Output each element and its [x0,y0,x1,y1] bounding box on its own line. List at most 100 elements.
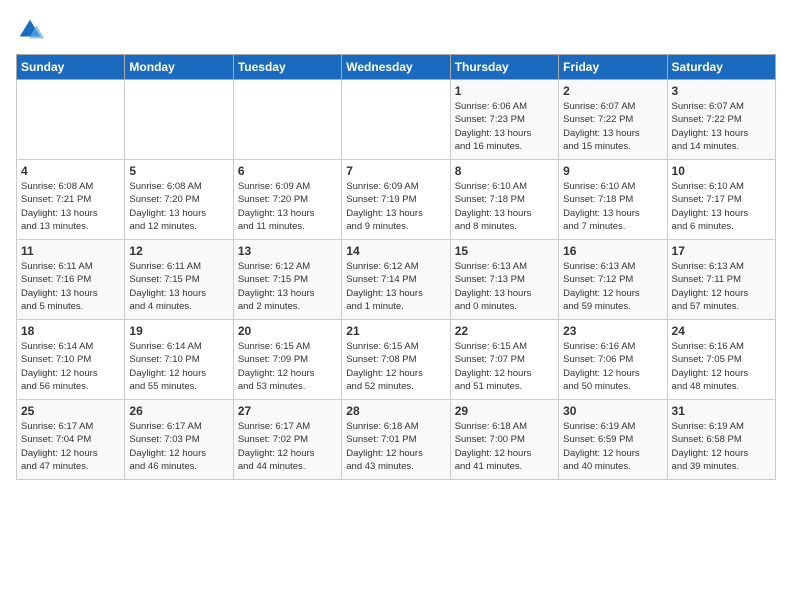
day-number: 13 [238,244,337,258]
week-row-1: 1 Sunrise: 6:06 AM Sunset: 7:23 PM Daylig… [17,80,776,160]
calendar-cell: 12 Sunrise: 6:11 AM Sunset: 7:15 PM Dayli… [125,240,233,320]
calendar-cell: 31 Sunrise: 6:19 AM Sunset: 6:58 PM Dayli… [667,400,775,480]
day-header-friday: Friday [559,55,667,80]
day-detail: Sunrise: 6:12 AM Sunset: 7:15 PM Dayligh… [238,260,337,313]
day-number: 25 [21,404,120,418]
calendar-cell: 24 Sunrise: 6:16 AM Sunset: 7:05 PM Dayli… [667,320,775,400]
day-detail: Sunrise: 6:09 AM Sunset: 7:19 PM Dayligh… [346,180,445,233]
calendar-cell: 30Sunrise: 6:19 AM Sunset: 6:59 PM Dayli… [559,400,667,480]
day-number: 12 [129,244,228,258]
calendar-cell: 14 Sunrise: 6:12 AM Sunset: 7:14 PM Dayli… [342,240,450,320]
calendar-cell: 23 Sunrise: 6:16 AM Sunset: 7:06 PM Dayli… [559,320,667,400]
calendar-cell: 22Sunrise: 6:15 AM Sunset: 7:07 PM Dayli… [450,320,558,400]
day-number: 31 [672,404,771,418]
day-number: 29 [455,404,554,418]
day-number: 1 [455,84,554,98]
week-row-3: 11 Sunrise: 6:11 AM Sunset: 7:16 PM Dayli… [17,240,776,320]
day-number: 28 [346,404,445,418]
calendar-header-row: SundayMondayTuesdayWednesdayThursdayFrid… [17,55,776,80]
day-number: 5 [129,164,228,178]
day-number: 11 [21,244,120,258]
calendar-cell: 11 Sunrise: 6:11 AM Sunset: 7:16 PM Dayli… [17,240,125,320]
day-number: 14 [346,244,445,258]
calendar-cell: 2Sunrise: 6:07 AM Sunset: 7:22 PM Daylig… [559,80,667,160]
day-detail: Sunrise: 6:16 AM Sunset: 7:06 PM Dayligh… [563,340,662,393]
day-detail: Sunrise: 6:11 AM Sunset: 7:15 PM Dayligh… [129,260,228,313]
calendar-cell: 18 Sunrise: 6:14 AM Sunset: 7:10 PM Dayli… [17,320,125,400]
day-number: 30 [563,404,662,418]
calendar-cell: 6 Sunrise: 6:09 AM Sunset: 7:20 PM Daylig… [233,160,341,240]
day-number: 17 [672,244,771,258]
day-detail: Sunrise: 6:14 AM Sunset: 7:10 PM Dayligh… [21,340,120,393]
day-header-saturday: Saturday [667,55,775,80]
calendar-cell: 19 Sunrise: 6:14 AM Sunset: 7:10 PM Dayli… [125,320,233,400]
day-number: 8 [455,164,554,178]
calendar-cell: 27 Sunrise: 6:17 AM Sunset: 7:02 PM Dayli… [233,400,341,480]
day-detail: Sunrise: 6:13 AM Sunset: 7:11 PM Dayligh… [672,260,771,313]
day-detail: Sunrise: 6:17 AM Sunset: 7:02 PM Dayligh… [238,420,337,473]
day-number: 7 [346,164,445,178]
day-number: 23 [563,324,662,338]
day-detail: Sunrise: 6:16 AM Sunset: 7:05 PM Dayligh… [672,340,771,393]
day-number: 20 [238,324,337,338]
calendar-cell [342,80,450,160]
day-detail: Sunrise: 6:07 AM Sunset: 7:22 PM Dayligh… [563,100,662,153]
logo [16,16,48,44]
logo-icon [16,16,44,44]
calendar-cell: 8 Sunrise: 6:10 AM Sunset: 7:18 PM Daylig… [450,160,558,240]
day-detail: Sunrise: 6:10 AM Sunset: 7:18 PM Dayligh… [563,180,662,233]
day-header-thursday: Thursday [450,55,558,80]
day-number: 24 [672,324,771,338]
day-detail: Sunrise: 6:18 AM Sunset: 7:00 PM Dayligh… [455,420,554,473]
day-number: 19 [129,324,228,338]
calendar-cell: 9 Sunrise: 6:10 AM Sunset: 7:18 PM Daylig… [559,160,667,240]
day-detail: Sunrise: 6:10 AM Sunset: 7:18 PM Dayligh… [455,180,554,233]
calendar-table: SundayMondayTuesdayWednesdayThursdayFrid… [16,54,776,480]
calendar-cell: 1 Sunrise: 6:06 AM Sunset: 7:23 PM Daylig… [450,80,558,160]
day-detail: Sunrise: 6:14 AM Sunset: 7:10 PM Dayligh… [129,340,228,393]
calendar-cell: 3 Sunrise: 6:07 AM Sunset: 7:22 PM Daylig… [667,80,775,160]
calendar-cell: 7 Sunrise: 6:09 AM Sunset: 7:19 PM Daylig… [342,160,450,240]
day-detail: Sunrise: 6:13 AM Sunset: 7:12 PM Dayligh… [563,260,662,313]
calendar-cell [17,80,125,160]
calendar-cell: 4 Sunrise: 6:08 AM Sunset: 7:21 PM Daylig… [17,160,125,240]
day-number: 27 [238,404,337,418]
day-detail: Sunrise: 6:07 AM Sunset: 7:22 PM Dayligh… [672,100,771,153]
day-number: 3 [672,84,771,98]
week-row-2: 4 Sunrise: 6:08 AM Sunset: 7:21 PM Daylig… [17,160,776,240]
day-number: 9 [563,164,662,178]
day-detail: Sunrise: 6:13 AM Sunset: 7:13 PM Dayligh… [455,260,554,313]
day-detail: Sunrise: 6:19 AM Sunset: 6:58 PM Dayligh… [672,420,771,473]
calendar-cell: 16Sunrise: 6:13 AM Sunset: 7:12 PM Dayli… [559,240,667,320]
calendar-cell: 28Sunrise: 6:18 AM Sunset: 7:01 PM Dayli… [342,400,450,480]
calendar-cell: 20Sunrise: 6:15 AM Sunset: 7:09 PM Dayli… [233,320,341,400]
day-detail: Sunrise: 6:12 AM Sunset: 7:14 PM Dayligh… [346,260,445,313]
day-detail: Sunrise: 6:08 AM Sunset: 7:21 PM Dayligh… [21,180,120,233]
day-number: 6 [238,164,337,178]
day-detail: Sunrise: 6:06 AM Sunset: 7:23 PM Dayligh… [455,100,554,153]
calendar-cell: 29 Sunrise: 6:18 AM Sunset: 7:00 PM Dayli… [450,400,558,480]
day-detail: Sunrise: 6:15 AM Sunset: 7:08 PM Dayligh… [346,340,445,393]
day-detail: Sunrise: 6:15 AM Sunset: 7:07 PM Dayligh… [455,340,554,393]
calendar-cell: 26Sunrise: 6:17 AM Sunset: 7:03 PM Dayli… [125,400,233,480]
week-row-5: 25 Sunrise: 6:17 AM Sunset: 7:04 PM Dayli… [17,400,776,480]
day-detail: Sunrise: 6:10 AM Sunset: 7:17 PM Dayligh… [672,180,771,233]
calendar-cell [125,80,233,160]
day-header-wednesday: Wednesday [342,55,450,80]
calendar-cell: 15 Sunrise: 6:13 AM Sunset: 7:13 PM Dayli… [450,240,558,320]
day-number: 18 [21,324,120,338]
day-number: 15 [455,244,554,258]
calendar-cell: 10 Sunrise: 6:10 AM Sunset: 7:17 PM Dayli… [667,160,775,240]
calendar-cell: 25 Sunrise: 6:17 AM Sunset: 7:04 PM Dayli… [17,400,125,480]
day-number: 4 [21,164,120,178]
day-number: 10 [672,164,771,178]
page-header [16,16,776,44]
day-detail: Sunrise: 6:11 AM Sunset: 7:16 PM Dayligh… [21,260,120,313]
calendar-cell [233,80,341,160]
day-detail: Sunrise: 6:09 AM Sunset: 7:20 PM Dayligh… [238,180,337,233]
day-detail: Sunrise: 6:08 AM Sunset: 7:20 PM Dayligh… [129,180,228,233]
calendar-cell: 17 Sunrise: 6:13 AM Sunset: 7:11 PM Dayli… [667,240,775,320]
day-header-tuesday: Tuesday [233,55,341,80]
day-detail: Sunrise: 6:17 AM Sunset: 7:04 PM Dayligh… [21,420,120,473]
day-header-monday: Monday [125,55,233,80]
